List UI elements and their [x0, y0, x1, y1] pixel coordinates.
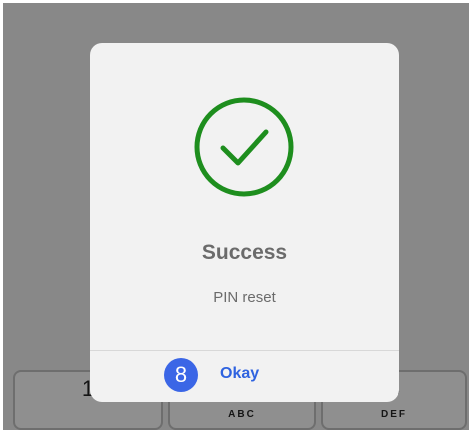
key-letters: DEF	[381, 409, 407, 420]
step-badge: 8	[164, 358, 198, 392]
checkmark-circle-icon	[194, 97, 294, 197]
okay-button[interactable]: 8 Okay	[90, 351, 399, 402]
okay-button-label: Okay	[220, 365, 260, 382]
key-letters: ABC	[228, 409, 256, 420]
success-dialog: Success PIN reset 8 Okay	[90, 43, 399, 402]
dialog-title: Success	[201, 241, 288, 264]
dialog-message: PIN reset	[213, 289, 276, 306]
screen: 1 2 ABC 3 DEF Success PIN reset 8 Okay	[3, 3, 469, 430]
